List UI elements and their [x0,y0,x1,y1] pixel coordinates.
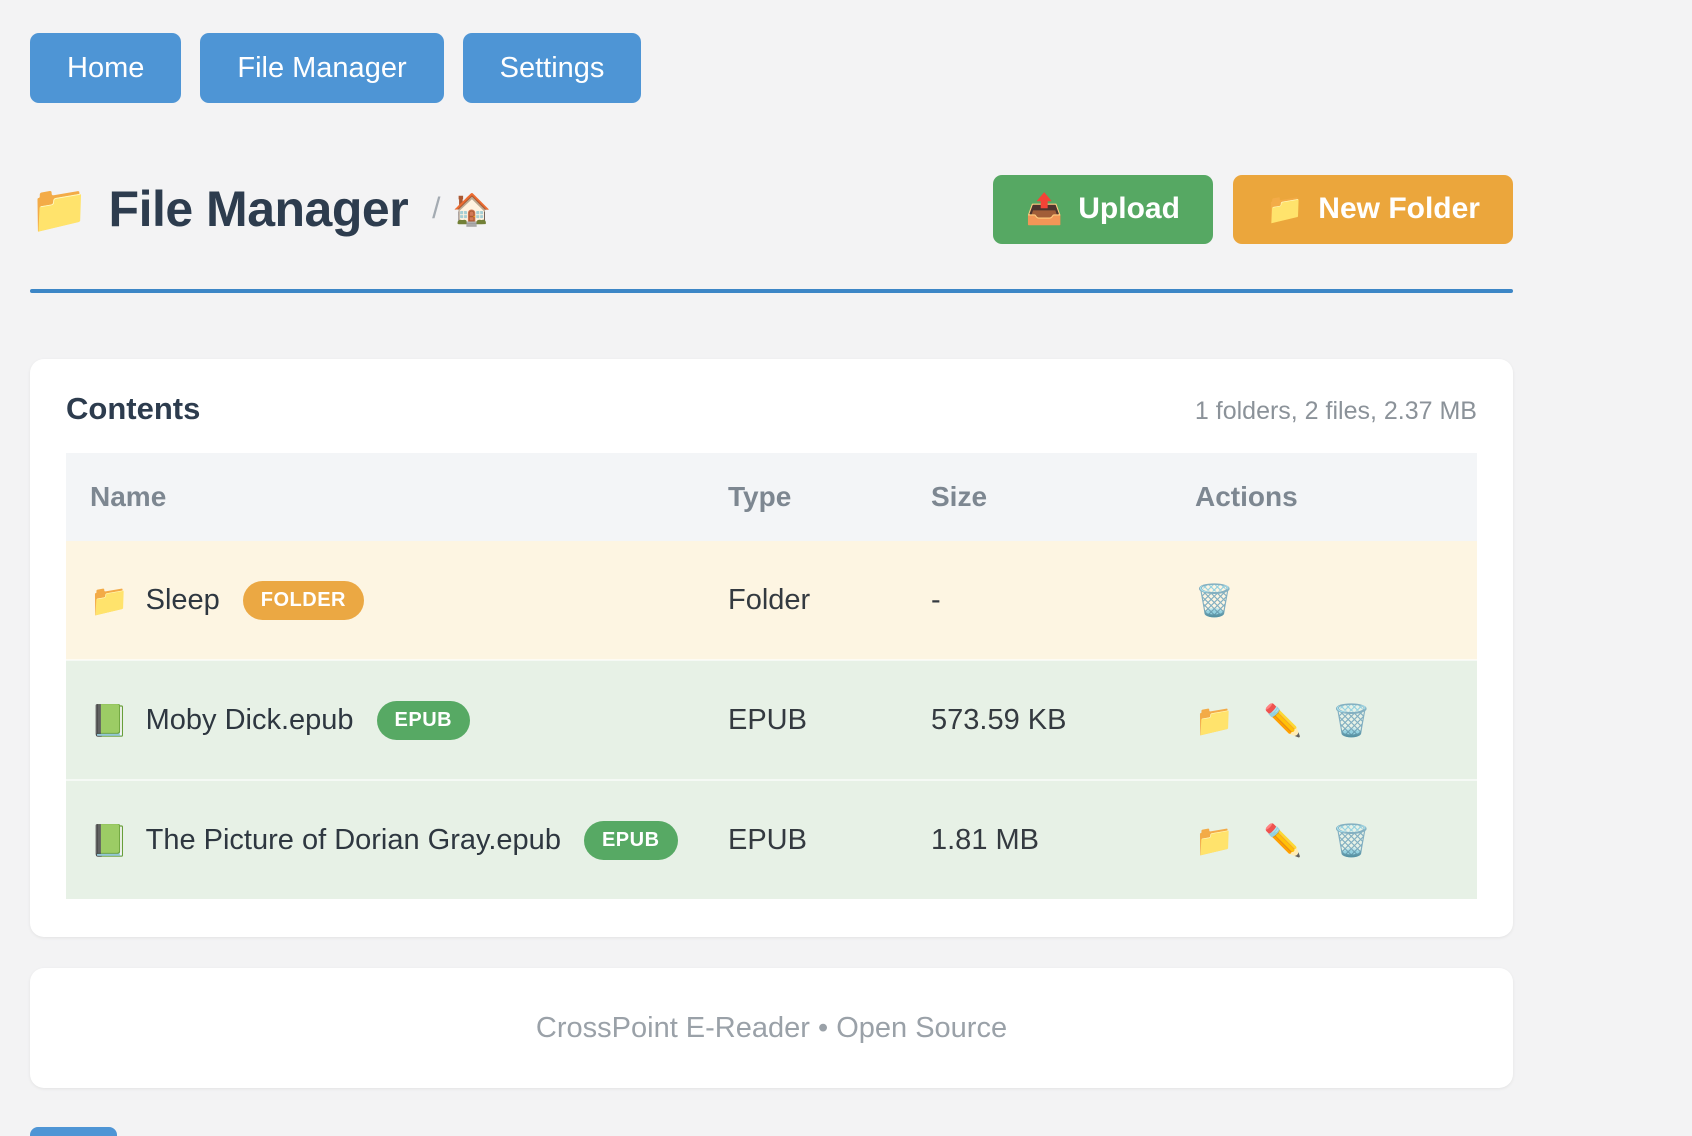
edit-button[interactable]: ✏️ [1264,825,1303,856]
folder-icon: 📁 [90,582,129,619]
column-header-name: Name [66,453,704,541]
page-title: File Manager [109,180,409,238]
header-divider [30,289,1513,293]
folder-icon: 📁 [1266,192,1303,227]
folder-icon: 📁 [1195,823,1234,858]
footer-card: CrossPoint E-Reader • Open Source [30,968,1513,1088]
type-badge: EPUB [584,821,678,860]
edit-button[interactable]: ✏️ [1264,705,1303,736]
file-name-link[interactable]: The Picture of Dorian Gray.epub [146,824,561,857]
file-name-link[interactable]: Moby Dick.epub [146,704,354,737]
upload-button-label: Upload [1078,192,1180,226]
delete-button[interactable]: 🗑️ [1332,825,1371,856]
contents-card-header: Contents 1 folders, 2 files, 2.37 MB [66,391,1477,427]
column-header-size: Size [907,453,1171,541]
table-row[interactable]: 📁 Sleep FOLDER Folder-🗑️ [66,541,1477,660]
folder-icon: 📁 [30,181,89,237]
page: Home File Manager Settings 📁 File Manage… [30,0,1513,1088]
column-header-type: Type [704,453,907,541]
table-row[interactable]: 📗 The Picture of Dorian Gray.epub EPUB EPUB… [66,780,1477,899]
type-cell: EPUB [704,780,907,899]
size-cell: 1.81 MB [907,780,1171,899]
contents-summary: 1 folders, 2 files, 2.37 MB [1195,397,1477,426]
actions-cell: 🗑️ [1195,585,1453,616]
size-cell: 573.59 KB [907,660,1171,780]
file-table-header: Name Type Size Actions [66,453,1477,541]
upload-button[interactable]: 📤 Upload [993,175,1213,244]
breadcrumb: / 🏠 [432,191,491,228]
new-folder-button-label: New Folder [1318,192,1480,226]
pencil-icon: ✏️ [1264,823,1303,858]
top-nav: Home File Manager Settings [30,0,1513,103]
contents-title: Contents [66,391,200,427]
home-icon[interactable]: 🏠 [453,191,492,228]
pencil-icon: ✏️ [1264,703,1303,738]
table-row[interactable]: 📗Moby Dick.epubEPUBEPUB573.59 KB📁✏️🗑️ [66,660,1477,780]
footer-text: CrossPoint E-Reader • Open Source [536,1012,1007,1045]
delete-button[interactable]: 🗑️ [1195,585,1234,616]
type-cell: Folder [704,541,907,660]
nav-button-file-manager[interactable]: File Manager [200,33,443,103]
header-actions: 📤 Upload 📁 New Folder [993,175,1513,244]
delete-button[interactable]: 🗑️ [1332,705,1371,736]
file-table: Name Type Size Actions 📁 Sleep FOLDER Folde… [66,453,1477,899]
trash-icon: 🗑️ [1332,703,1371,738]
breadcrumb-separator: / [432,192,440,226]
column-header-actions: Actions [1171,453,1477,541]
file-name-link[interactable]: Sleep [146,584,220,617]
title-wrap: 📁 File Manager / 🏠 [30,180,491,238]
type-badge: EPUB [377,701,471,740]
trash-icon: 🗑️ [1332,823,1371,858]
type-badge: FOLDER [243,581,364,620]
contents-card: Contents 1 folders, 2 files, 2.37 MB Nam… [30,359,1513,937]
size-cell: - [907,541,1171,660]
folder-icon: 📁 [1195,703,1234,738]
open-folder-button[interactable]: 📁 [1195,705,1234,736]
partially-visible-button[interactable] [30,1127,117,1136]
type-cell: EPUB [704,660,907,780]
book-icon: 📗 [90,702,129,739]
page-header: 📁 File Manager / 🏠 📤 Upload 📁 New Folder [30,173,1513,245]
actions-cell: 📁 ✏️ 🗑️ [1195,825,1453,856]
upload-tray-icon: 📤 [1026,192,1063,227]
actions-cell: 📁 ✏️ 🗑️ [1195,705,1453,736]
trash-icon: 🗑️ [1195,583,1234,618]
book-icon: 📗 [90,822,129,859]
nav-button-home[interactable]: Home [30,33,181,103]
open-folder-button[interactable]: 📁 [1195,825,1234,856]
nav-button-settings[interactable]: Settings [463,33,642,103]
new-folder-button[interactable]: 📁 New Folder [1233,175,1513,244]
